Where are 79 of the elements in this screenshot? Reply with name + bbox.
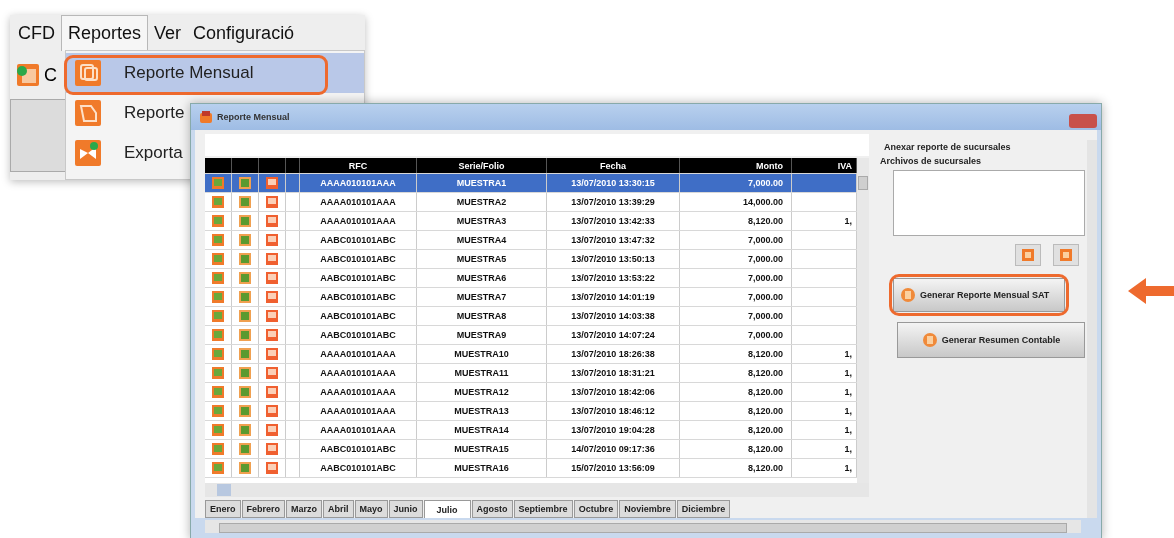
table-cell: 7,000.00	[747, 311, 783, 321]
table-cell: MUESTRA7	[456, 292, 507, 302]
table-cell: AAAA010101AAA	[320, 406, 396, 416]
table-cell: MUESTRA15	[454, 444, 509, 454]
table-cell: 1,	[844, 368, 852, 378]
table-cell: AABC010101ABC	[320, 330, 396, 340]
table-cell: AAAA010101AAA	[320, 368, 396, 378]
table-cell: AABC010101ABC	[320, 311, 396, 321]
toolbar-label: C	[44, 64, 57, 86]
menu-option-label: Reporte Mensual	[124, 63, 254, 83]
table-cell: 7,000.00	[747, 273, 783, 283]
table-cell: AABC010101ABC	[320, 444, 396, 454]
table-cell: 7,000.00	[747, 178, 783, 188]
table-cell: MUESTRA6	[456, 273, 507, 283]
table-cell: AABC010101ABC	[320, 463, 396, 473]
table-cell: AAAA010101AAA	[320, 425, 396, 435]
table-cell: 13/07/2010 18:46:12	[571, 406, 655, 416]
table-cell: 1,	[844, 463, 852, 473]
table-cell: 13/07/2010 13:47:32	[571, 235, 655, 245]
list-label: Archivos de sucursales	[879, 155, 983, 168]
table-cell: 14,000.00	[742, 197, 783, 207]
table-cell: 13/07/2010 14:03:38	[571, 311, 655, 321]
table-cell: AABC010101ABC	[320, 254, 396, 264]
table-cell: 13/07/2010 13:53:22	[571, 273, 655, 283]
table-cell: 8,120.00	[747, 444, 783, 454]
table-cell: 13/07/2010 19:04:28	[571, 425, 655, 435]
table-cell: MUESTRA13	[454, 406, 509, 416]
table-cell: 1,	[844, 387, 852, 397]
table-cell: 7,000.00	[747, 330, 783, 340]
menu-option-label: Reporte	[124, 103, 185, 123]
window-title: Reporte Mensual	[217, 112, 290, 122]
table-cell: 8,120.00	[747, 368, 783, 378]
table-cell: 13/07/2010 18:42:06	[571, 387, 655, 397]
table-cell: MUESTRA9	[456, 330, 507, 340]
table-cell: 1,	[844, 444, 852, 454]
table-cell: 13/07/2010 13:39:29	[571, 197, 655, 207]
table-cell: MUESTRA3	[456, 216, 507, 226]
table-cell: 7,000.00	[747, 254, 783, 264]
table-cell: 13/07/2010 13:30:15	[571, 178, 655, 188]
table-cell: AAAA010101AAA	[320, 349, 396, 359]
table-cell: 13/07/2010 14:01:19	[571, 292, 655, 302]
section-heading: Anexar reporte de sucursales	[883, 141, 1012, 154]
table-cell: AAAA010101AAA	[320, 216, 396, 226]
table-cell: 1,	[844, 406, 852, 416]
menu-option-label: Exporta	[124, 143, 183, 163]
table-cell: 8,120.00	[747, 349, 783, 359]
table-cell: 13/07/2010 18:26:38	[571, 349, 655, 359]
table-cell: AAAA010101AAA	[320, 197, 396, 207]
table-cell: 8,120.00	[747, 216, 783, 226]
table-cell: 1,	[844, 425, 852, 435]
table-cell: MUESTRA12	[454, 387, 509, 397]
table-cell: MUESTRA5	[456, 254, 507, 264]
table-cell: 8,120.00	[747, 387, 783, 397]
table-cell: 14/07/2010 09:17:36	[571, 444, 655, 454]
table-cell: AAAA010101AAA	[320, 178, 396, 188]
table-cell: AABC010101ABC	[320, 273, 396, 283]
table-cell: MUESTRA4	[456, 235, 507, 245]
table-cell: MUESTRA2	[456, 197, 507, 207]
table-cell: 15/07/2010 13:56:09	[571, 463, 655, 473]
table-cell: 13/07/2010 13:50:13	[571, 254, 655, 264]
table-cell: 8,120.00	[747, 425, 783, 435]
table-cell: 7,000.00	[747, 292, 783, 302]
table-cell: MUESTRA1	[456, 178, 507, 188]
table-cell: 7,000.00	[747, 235, 783, 245]
table-cell: AAAA010101AAA	[320, 387, 396, 397]
table-cell: 8,120.00	[747, 406, 783, 416]
table-cell: MUESTRA16	[454, 463, 509, 473]
table-cell: 13/07/2010 14:07:24	[571, 330, 655, 340]
table-cell: 1,	[844, 349, 852, 359]
table-cell: MUESTRA8	[456, 311, 507, 321]
table-cell: 13/07/2010 18:31:21	[571, 368, 655, 378]
table-cell: MUESTRA11	[454, 368, 509, 378]
table-cell: MUESTRA10	[454, 349, 509, 359]
table-cell: 8,120.00	[747, 463, 783, 473]
table-cell: 13/07/2010 13:42:33	[571, 216, 655, 226]
table-cell: AABC010101ABC	[320, 292, 396, 302]
table-cell: 1,	[844, 216, 852, 226]
table-cell: MUESTRA14	[454, 425, 509, 435]
table-cell: AABC010101ABC	[320, 235, 396, 245]
